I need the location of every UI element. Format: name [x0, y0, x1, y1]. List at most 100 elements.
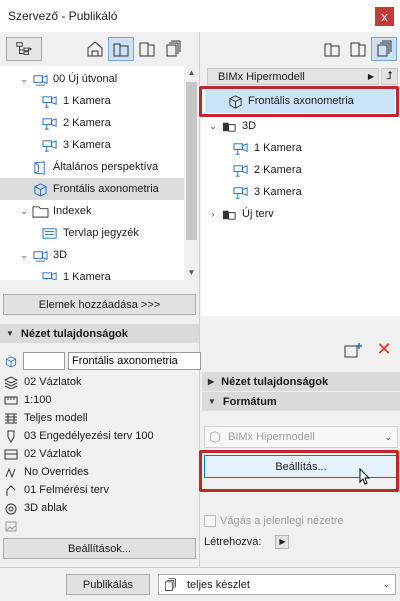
layout-book-button[interactable]	[345, 37, 371, 61]
folder-3d-icon	[219, 117, 239, 135]
tree-item-camera-path[interactable]: ⌄ 00 Új útvonal	[18, 68, 117, 90]
add-items-button[interactable]: Elemek hozzáadása >>>	[3, 294, 196, 315]
right-publisher-tree[interactable]: Frontális axonometria ⌄ 3D 1 Kamera 2 Ka…	[201, 86, 400, 316]
tree-item-index[interactable]: Tervlap jegyzék	[40, 222, 139, 244]
triangle-down-icon: ▼	[6, 329, 14, 338]
view-name-field[interactable]	[68, 352, 201, 370]
created-expand-button[interactable]: ▶	[275, 535, 290, 549]
view-map-button[interactable]	[319, 37, 345, 61]
view-map-button[interactable]	[108, 37, 134, 61]
publisher-sets-icon	[163, 577, 181, 593]
scrollbar-thumb[interactable]	[186, 82, 197, 240]
tree-item-label: Indexek	[53, 205, 92, 217]
tree-item-label: 00 Új útvonal	[53, 73, 118, 85]
3d-window-icon	[3, 501, 19, 515]
highlight-frame-settings-button	[199, 450, 399, 492]
layout-book-icon	[139, 42, 155, 57]
layer-combination-row[interactable]: 02 Vázlatok	[3, 373, 81, 391]
camera-icon	[231, 139, 251, 157]
camera-icon	[40, 92, 60, 110]
left-toolbar	[0, 32, 199, 66]
left-tree-scrollbar[interactable]: ▲ ▼	[184, 66, 199, 280]
scroll-down-icon[interactable]: ▼	[184, 266, 199, 280]
tree-item-camera[interactable]: 2 Kamera	[40, 112, 111, 134]
format-value: BIMx Hipermodell	[228, 431, 315, 443]
image-icon	[3, 519, 19, 533]
tree-item-camera[interactable]: 1 Kamera	[40, 90, 111, 112]
tree-item-perspective[interactable]: Általános perspektíva	[30, 156, 158, 178]
tree-item-label: 1 Kamera	[254, 142, 302, 154]
tree-item-label: 2 Kamera	[63, 117, 111, 129]
tree-item-label: 3D	[53, 249, 68, 261]
navigator-tree-menu-button[interactable]	[6, 37, 42, 61]
chevron-down-icon[interactable]: ⌄	[207, 121, 219, 132]
format-dropdown[interactable]: BIMx Hipermodell ⌄	[204, 426, 398, 448]
axonometry-icon	[30, 180, 50, 198]
title-bar: Szervező - Publikáló x	[0, 0, 400, 32]
settings-button[interactable]: Beállítások...	[3, 538, 196, 559]
prop-label: No Overrides	[24, 466, 89, 478]
tree-item-camera[interactable]: 3 Kamera	[40, 134, 111, 156]
tree-item-camera-path[interactable]: ⌄ 3D	[18, 244, 67, 266]
graphic-override-icon	[3, 465, 19, 479]
new-item-button[interactable]	[344, 341, 364, 359]
crop-to-view-checkbox[interactable]	[204, 515, 216, 527]
publisher-set-label: BIMx Hipermodell	[218, 70, 305, 83]
3d-window-row[interactable]: 3D ablak	[3, 499, 67, 517]
chevron-down-icon[interactable]: ⌄	[18, 74, 30, 85]
tree-item-camera[interactable]: 1 Kamera	[231, 137, 302, 159]
publisher-sets-button[interactable]	[160, 37, 186, 61]
prop-label: Teljes modell	[24, 412, 88, 424]
tree-item-folder[interactable]: ⌄ Indexek	[18, 200, 92, 222]
tree-item-camera[interactable]: 3 Kamera	[231, 181, 302, 203]
format-header[interactable]: ▼ Formátum	[202, 392, 400, 411]
view-id-field[interactable]	[23, 352, 65, 370]
pen-set-row[interactable]: 03 Engedélyezési terv 100	[3, 427, 154, 445]
project-map-button[interactable]	[82, 37, 108, 61]
view-map-icon	[324, 43, 340, 57]
window-title: Szervező - Publikáló	[8, 9, 118, 23]
tree-item-plan[interactable]: › Új terv	[207, 203, 274, 225]
tree-item-axonometry-selected[interactable]: Frontális axonometria	[0, 178, 184, 200]
footer-bar: Publikálás teljes készlet ⌄	[0, 567, 400, 601]
chevron-right-icon[interactable]: ›	[207, 209, 219, 219]
scale-row[interactable]: 1:100	[3, 391, 52, 409]
scroll-up-icon[interactable]: ▲	[184, 66, 199, 80]
structure-display-row[interactable]: Teljes modell	[3, 409, 88, 427]
tree-item-folder-3d[interactable]: ⌄ 3D	[207, 115, 256, 137]
tree-item-label: 2 Kamera	[254, 164, 302, 176]
publisher-sets-icon	[377, 40, 392, 57]
folder-icon	[30, 202, 50, 220]
publisher-set-dropdown[interactable]: BIMx Hipermodell ▶	[207, 68, 379, 85]
view-properties-header[interactable]: ▼ Nézet tulajdonságok	[0, 324, 199, 343]
renovation-icon	[3, 483, 19, 497]
graphic-override-row[interactable]: No Overrides	[3, 463, 89, 481]
section-title: Nézet tulajdonságok	[221, 375, 329, 388]
tree-item-camera[interactable]: 2 Kamera	[231, 159, 302, 181]
view-id-row	[3, 352, 201, 370]
layout-book-button[interactable]	[134, 37, 160, 61]
prop-label: 03 Engedélyezési terv 100	[24, 430, 154, 442]
tree-item-label: 3 Kamera	[63, 139, 111, 151]
publisher-set-select[interactable]: teljes készlet ⌄	[158, 574, 396, 595]
created-row: Létrehozva: ▶	[204, 535, 290, 549]
right-view-properties-header[interactable]: ▶ Nézet tulajdonságok	[202, 372, 400, 391]
tree-item-camera[interactable]: 1 Kamera	[40, 266, 111, 280]
delete-button[interactable]: ✕	[375, 340, 393, 359]
tree-item-label: Tervlap jegyzék	[63, 227, 139, 239]
tree-item-label: 3 Kamera	[254, 186, 302, 198]
empty-prop-row	[3, 517, 24, 535]
renovation-filter-row[interactable]: 01 Felmérési terv	[3, 481, 109, 499]
triangle-right-icon: ▶	[279, 537, 286, 546]
left-navigator-tree[interactable]: ⌄ 00 Új útvonal 1 Kamera 2 Kamera 3 Kame…	[0, 66, 184, 280]
created-label: Létrehozva:	[204, 536, 262, 548]
publish-button[interactable]: Publikálás	[66, 574, 150, 595]
publisher-set-value: teljes készlet	[187, 578, 250, 591]
close-button[interactable]: x	[375, 7, 394, 26]
tree-item-label: 1 Kamera	[63, 271, 111, 280]
model-view-options-row[interactable]: 02 Vázlatok	[3, 445, 81, 463]
up-level-button[interactable]: ⮥	[381, 68, 398, 85]
chevron-down-icon[interactable]: ⌄	[18, 250, 30, 261]
publisher-sets-button[interactable]	[371, 37, 397, 61]
chevron-down-icon[interactable]: ⌄	[18, 206, 30, 217]
